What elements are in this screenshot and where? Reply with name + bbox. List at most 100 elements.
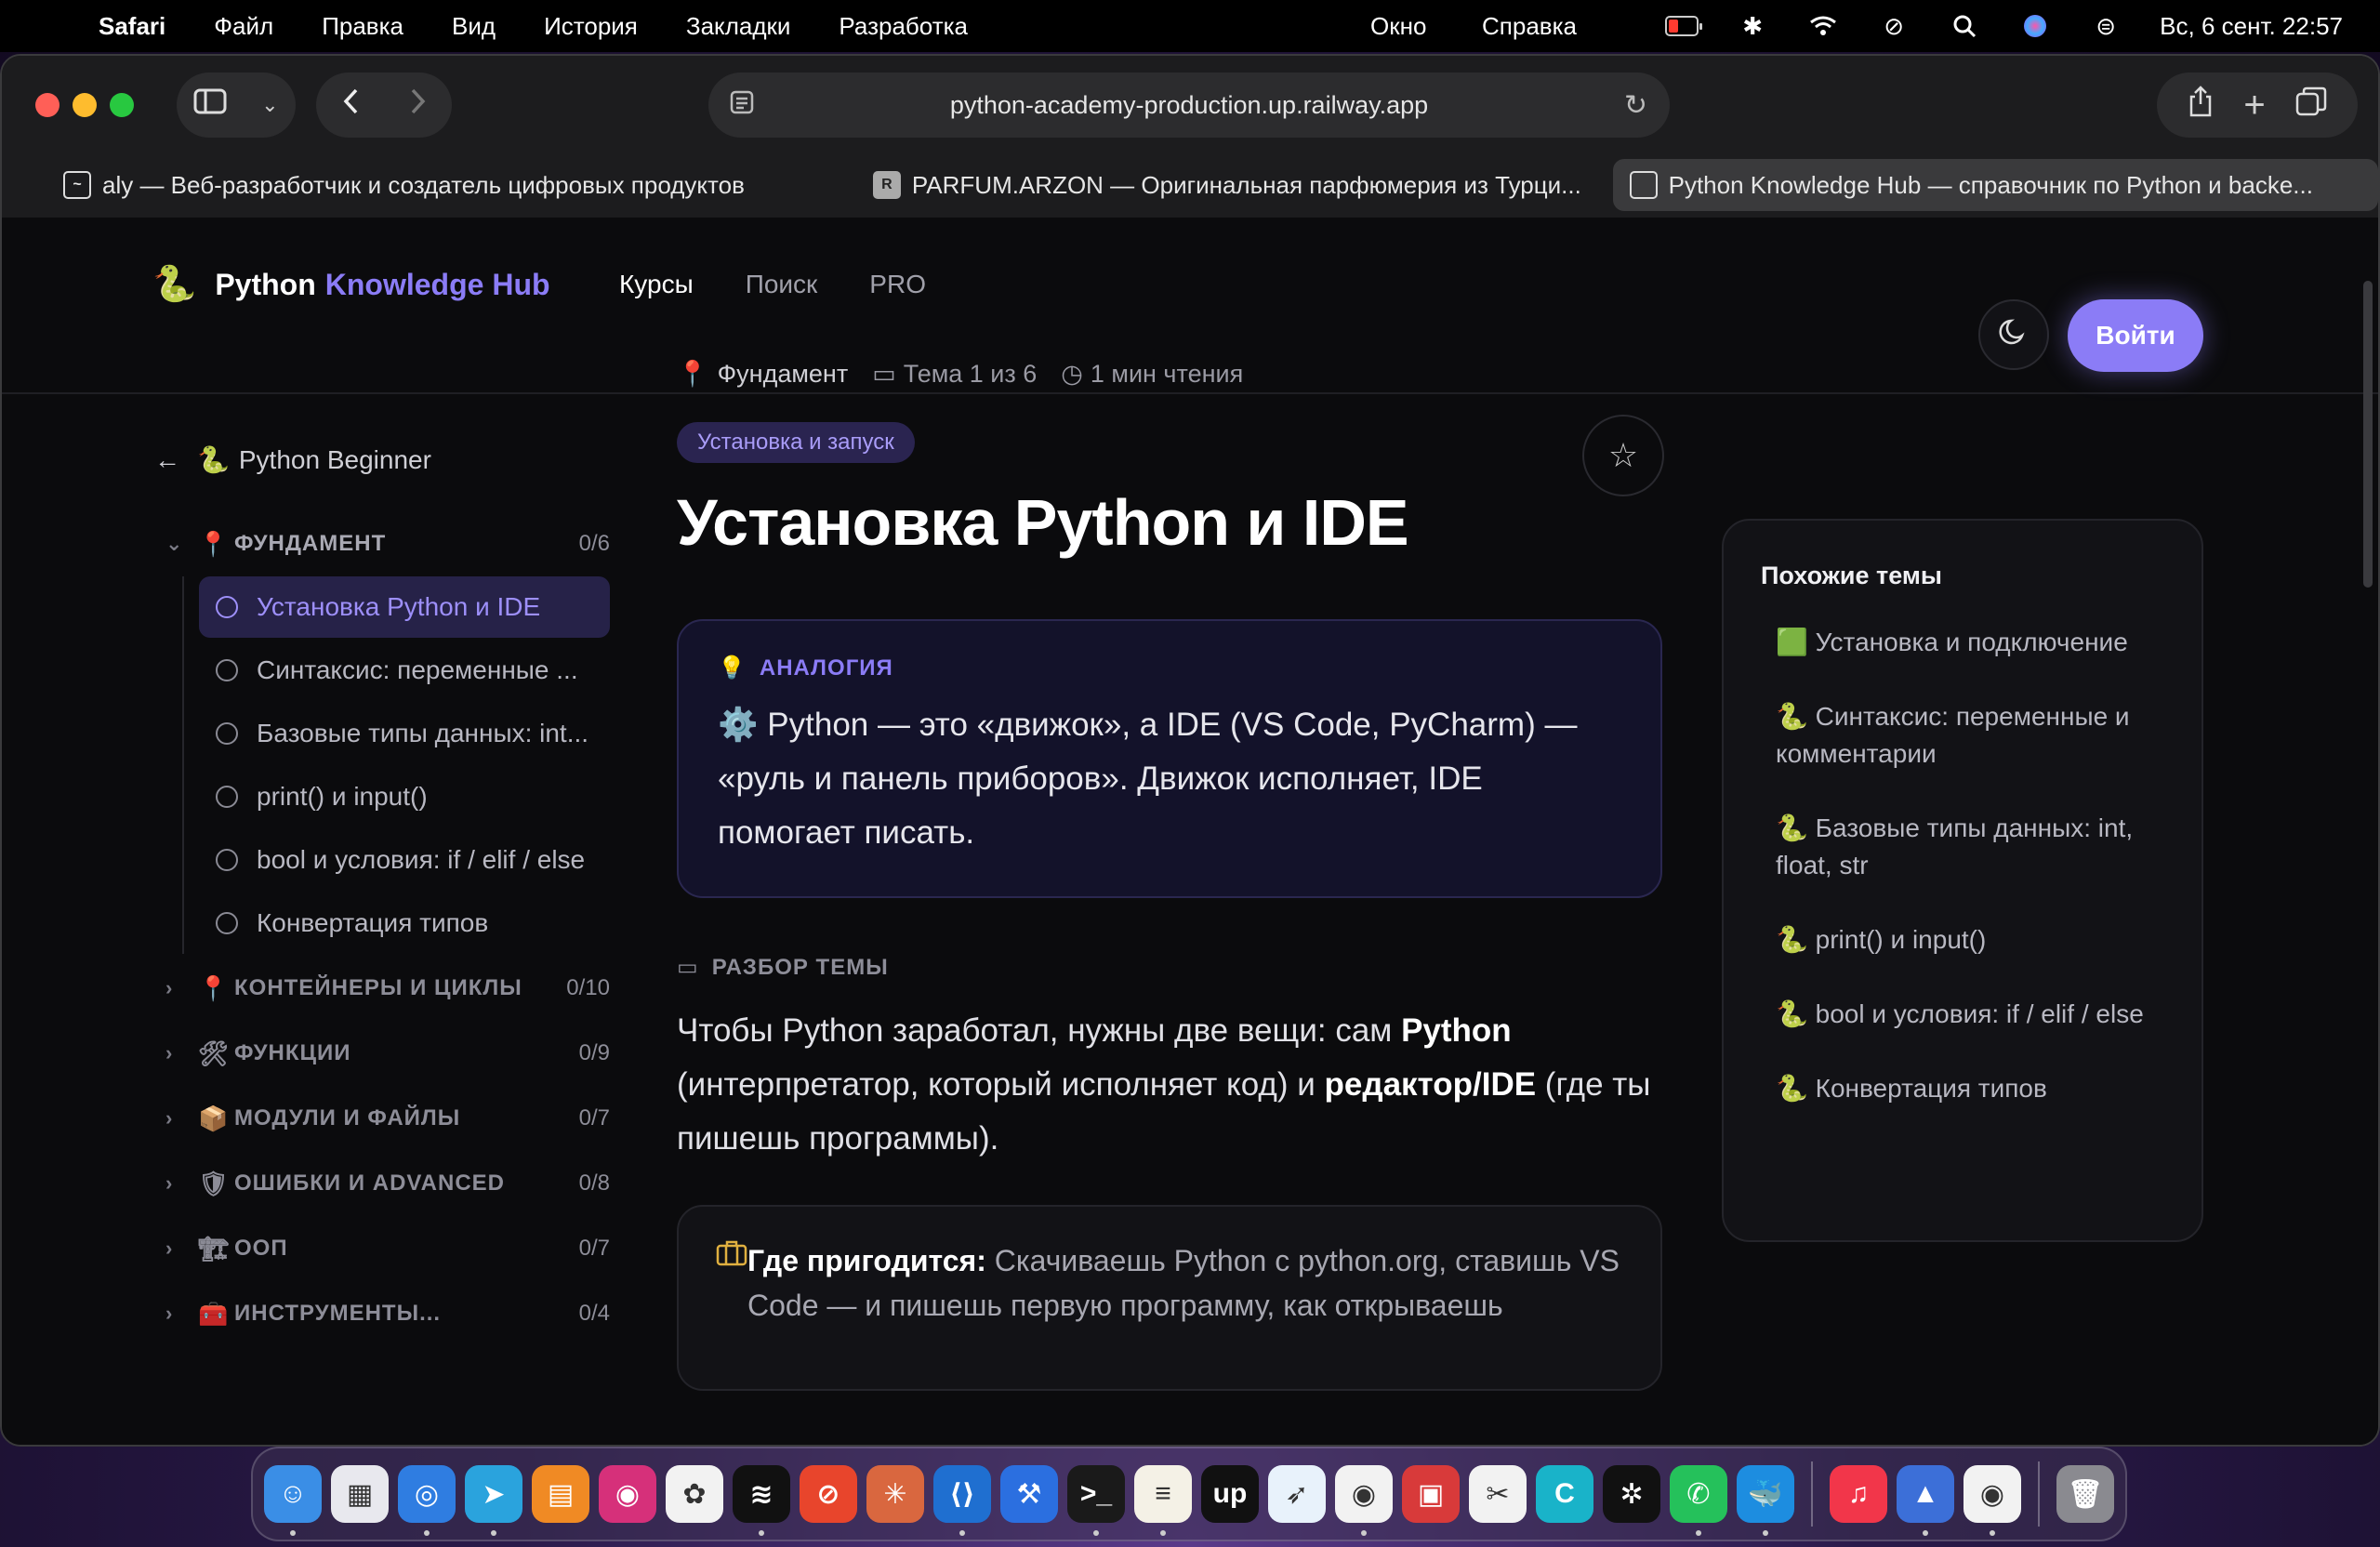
menu-develop[interactable]: Разработка xyxy=(839,12,968,41)
control-center-icon[interactable]: ⊜ xyxy=(2089,12,2122,40)
snake-logo-icon: 🐍 xyxy=(152,265,197,304)
spotlight-search-icon[interactable] xyxy=(1948,13,1981,39)
chevron-right-icon: › xyxy=(165,1302,174,1325)
theme-toggle-button[interactable] xyxy=(1978,299,2049,370)
book-icon: ▭ xyxy=(872,359,896,388)
related-item[interactable]: 🟩 Установка и подключение xyxy=(1761,624,2164,661)
minimize-window-button[interactable] xyxy=(73,93,97,117)
share-icon[interactable] xyxy=(2188,86,2214,125)
section-modules[interactable]: › 📦 МОДУЛИ И ФАЙЛЫ 0/7 xyxy=(165,1086,610,1151)
login-button[interactable]: Войти xyxy=(2068,299,2203,372)
dock-chrome-alt-icon[interactable]: ◉ xyxy=(1964,1465,2021,1536)
dock-upwork-icon[interactable]: up xyxy=(1201,1465,1259,1523)
airdrop-icon[interactable]: ⊘ xyxy=(1877,12,1911,40)
dock-music-icon[interactable]: ♫ xyxy=(1830,1465,1887,1523)
section-label: ОШИБКИ И ADVANCED xyxy=(234,1170,505,1196)
menu-app-safari[interactable]: Safari xyxy=(99,12,165,41)
lesson-item[interactable]: Базовые типы данных: int... xyxy=(199,703,610,764)
dock-spotify-icon[interactable]: ≋ xyxy=(733,1465,790,1536)
topic-tag[interactable]: Установка и запуск xyxy=(677,422,915,463)
dock-chatgpt-icon[interactable]: ✲ xyxy=(1603,1465,1660,1523)
clock-datetime[interactable]: Вс, 6 сент. 22:57 xyxy=(2160,12,2343,41)
site-logo[interactable]: 🐍 Python Knowledge Hub xyxy=(152,264,550,305)
dock-telegram-icon[interactable]: ➤ xyxy=(465,1465,522,1536)
dock-launchpad-icon[interactable]: ▦ xyxy=(331,1465,389,1523)
dock-finder-icon[interactable]: ☺ xyxy=(264,1465,322,1536)
dock-trash-icon[interactable]: 🗑 xyxy=(2056,1465,2114,1523)
page-scrollbar[interactable] xyxy=(2363,281,2373,588)
lesson-item[interactable]: Конвертация типов xyxy=(199,892,610,954)
menu-edit[interactable]: Правка xyxy=(322,12,403,41)
running-indicator xyxy=(1160,1530,1166,1536)
dock-terminal-icon[interactable]: >_ xyxy=(1067,1465,1125,1536)
wifi-icon[interactable] xyxy=(1806,13,1840,39)
battery-icon[interactable] xyxy=(1665,13,1703,39)
dock-claude-icon[interactable]: ✳ xyxy=(866,1465,924,1523)
menu-view[interactable]: Вид xyxy=(452,12,496,41)
related-item[interactable]: 🐍 Базовые типы данных: int, float, str xyxy=(1761,810,2164,884)
chevron-down-icon[interactable]: ⌄ xyxy=(261,93,278,117)
section-tools[interactable]: › 🧰 ИНСТРУМЕНТЫ... 0/4 xyxy=(165,1281,610,1346)
related-item[interactable]: 🐍 bool и условия: if / elif / else xyxy=(1761,996,2164,1033)
pin-icon: 📍 xyxy=(198,973,230,1002)
dock-docker-icon[interactable]: 🐳 xyxy=(1737,1465,1794,1536)
sidebar-toggle-group: ⌄ xyxy=(177,73,296,138)
main-nav: Курсы Поиск PRO xyxy=(619,270,926,299)
lesson-item-active[interactable]: Установка Python и IDE xyxy=(199,576,610,638)
forward-arrow-icon[interactable] xyxy=(409,87,428,123)
tab-overview-icon[interactable] xyxy=(2295,86,2327,124)
back-to-course-link[interactable]: ← 🐍 Python Beginner xyxy=(154,444,431,475)
nav-courses[interactable]: Курсы xyxy=(619,270,694,299)
dock-screen-recorder-icon[interactable]: ⊘ xyxy=(800,1465,857,1523)
menu-window[interactable]: Окно xyxy=(1370,12,1426,41)
lesson-item[interactable]: bool и условия: if / elif / else xyxy=(199,829,610,891)
dock-photos-icon[interactable]: ✿ xyxy=(666,1465,723,1523)
new-tab-plus-icon[interactable]: + xyxy=(2243,85,2265,126)
dock-instagram-icon[interactable]: ◉ xyxy=(599,1465,656,1523)
close-window-button[interactable] xyxy=(35,93,60,117)
dock-whatsapp-icon[interactable]: ✆ xyxy=(1670,1465,1727,1536)
section-fundament[interactable]: ⌄ 📍 ФУНДАМЕНТ 0/6 xyxy=(165,511,610,576)
related-item[interactable]: 🐍 Синтаксис: переменные и комментарии xyxy=(1761,698,2164,773)
siri-icon[interactable] xyxy=(2018,13,2052,39)
back-arrow-icon[interactable] xyxy=(341,87,360,123)
dock-capcut-icon[interactable]: ✂ xyxy=(1469,1465,1527,1523)
menu-history[interactable]: История xyxy=(544,12,638,41)
dock-xcode-icon[interactable]: ⚒ xyxy=(1000,1465,1058,1523)
dock-finder-alt-icon[interactable]: ▲ xyxy=(1897,1465,1954,1536)
favorite-button[interactable]: ☆ xyxy=(1582,415,1664,496)
dock-chrome-icon[interactable]: ◉ xyxy=(1335,1465,1393,1536)
address-bar[interactable]: python-academy-production.up.railway.app… xyxy=(708,73,1670,138)
dock-safari-icon[interactable]: ◎ xyxy=(398,1465,456,1536)
sidebar-icon[interactable] xyxy=(193,88,227,122)
menu-help[interactable]: Справка xyxy=(1482,12,1577,41)
reader-icon[interactable] xyxy=(729,90,755,121)
menu-bookmarks[interactable]: Закладки xyxy=(686,12,791,41)
tab-python-hub[interactable]: Python Knowledge Hub — справочник по Pyt… xyxy=(1612,159,2378,211)
tab-parfum[interactable]: R PARFUM.ARZON — Оригинальная парфюмерия… xyxy=(856,159,1593,211)
tab-bar: ~ aly — Веб-разработчик и создатель цифр… xyxy=(2,152,2378,218)
reload-icon[interactable]: ↻ xyxy=(1624,89,1647,122)
dock-vscode-icon[interactable]: ⟨⟩ xyxy=(933,1465,991,1536)
dock-books-icon[interactable]: ▤ xyxy=(532,1465,589,1523)
dock-canva-icon[interactable]: C xyxy=(1536,1465,1593,1523)
menu-file[interactable]: Файл xyxy=(214,12,273,41)
dock-migrate-icon[interactable]: ➶ xyxy=(1268,1465,1326,1523)
related-item[interactable]: 🐍 Конвертация типов xyxy=(1761,1070,2164,1107)
section-functions[interactable]: › 🛠 ФУНКЦИИ 0/9 xyxy=(165,1021,610,1086)
section-oop[interactable]: › 🏗 ООП 0/7 xyxy=(165,1216,610,1281)
section-errors[interactable]: › 🛡 ОШИБКИ И ADVANCED 0/8 xyxy=(165,1151,610,1216)
chevron-right-icon: › xyxy=(165,976,174,999)
tab-aly[interactable]: ~ aly — Веб-разработчик и создатель цифр… xyxy=(46,159,856,211)
related-item[interactable]: 🐍 print() и input() xyxy=(1761,921,2164,959)
dock-notes-icon[interactable]: ≡ xyxy=(1134,1465,1192,1536)
nav-search[interactable]: Поиск xyxy=(746,270,818,299)
bluetooth-icon[interactable]: ✱ xyxy=(1736,12,1769,40)
zoom-window-button[interactable] xyxy=(110,93,134,117)
lesson-item[interactable]: print() и input() xyxy=(199,766,610,827)
nav-pro[interactable]: PRO xyxy=(869,270,926,299)
running-indicator xyxy=(759,1530,764,1536)
section-containers[interactable]: › 📍 КОНТЕЙНЕРЫ И ЦИКЛЫ 0/10 xyxy=(165,956,610,1021)
dock-archiver-icon[interactable]: ▣ xyxy=(1402,1465,1460,1523)
lesson-item[interactable]: Синтаксис: переменные ... xyxy=(199,640,610,701)
